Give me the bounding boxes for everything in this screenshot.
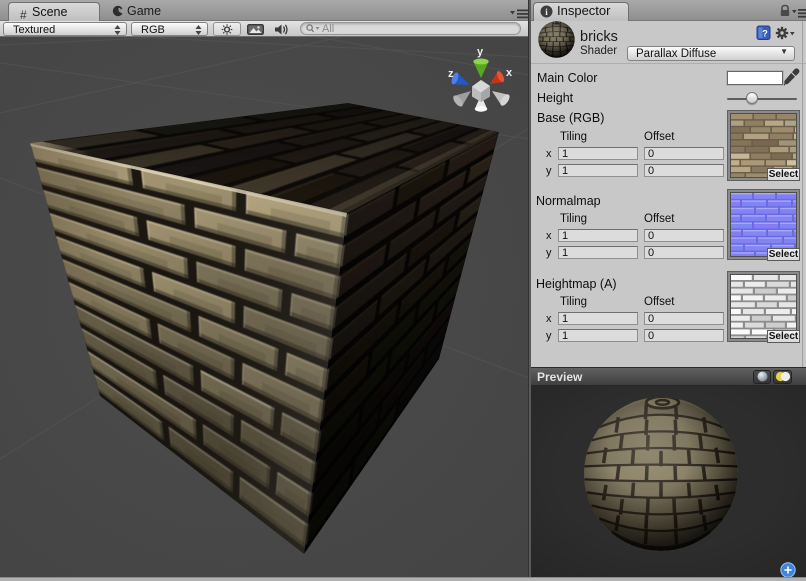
svg-text:z: z	[448, 68, 454, 80]
svg-text:?: ?	[762, 29, 768, 39]
svg-text:y: y	[477, 46, 484, 58]
svg-text:x: x	[506, 67, 513, 79]
